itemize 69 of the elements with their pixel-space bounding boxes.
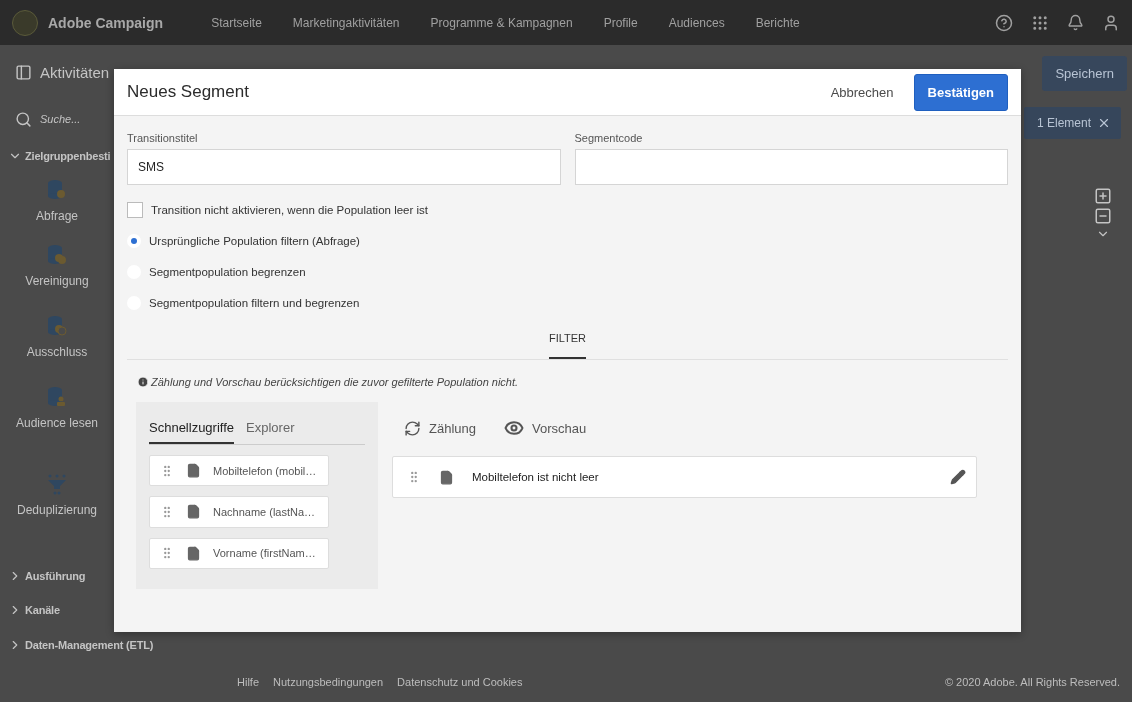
file-icon bbox=[186, 463, 201, 479]
tab[interactable]: FILTER bbox=[548, 322, 587, 359]
activity-label[interactable]: Vereinigung bbox=[25, 274, 89, 289]
nav-link[interactable]: Startseite bbox=[211, 15, 262, 30]
field-label: Transitionstitel bbox=[127, 132, 199, 144]
activity-label[interactable]: Audience lesen bbox=[15, 415, 99, 430]
copyright: © 2020 Adobe. All Rights Reserved. bbox=[944, 676, 1120, 688]
sidebar-title: Aktivitäten bbox=[40, 64, 110, 82]
footer-link[interactable]: Hilfe bbox=[237, 676, 259, 688]
file-icon bbox=[186, 545, 201, 561]
field-item[interactable]: Mobiltelefon (mobil… bbox=[149, 455, 329, 487]
action-button[interactable]: Zählung bbox=[404, 418, 476, 438]
database-icon bbox=[46, 385, 68, 408]
nav-link[interactable]: Berichte bbox=[755, 15, 800, 30]
input-field[interactable] bbox=[574, 149, 1008, 185]
database-icon bbox=[46, 314, 68, 337]
database-icon bbox=[46, 244, 68, 267]
cancel-button[interactable]: Abbrechen bbox=[824, 83, 900, 101]
avatar-icon[interactable] bbox=[1102, 13, 1120, 32]
activity-label[interactable]: Deduplizierung bbox=[16, 503, 98, 517]
nav-link[interactable]: Audiences bbox=[668, 15, 725, 30]
save-button[interactable]: Speichern bbox=[1042, 56, 1127, 91]
section-header[interactable]: Zielgruppenbesti bbox=[0, 138, 111, 173]
bell-icon[interactable] bbox=[1067, 14, 1084, 31]
footer-link[interactable]: Nutzungsbedingungen bbox=[273, 676, 384, 688]
nav-link[interactable]: Programme & Kampagnen bbox=[430, 15, 573, 30]
zoom-in-icon[interactable] bbox=[1094, 187, 1112, 205]
zoom-out-icon[interactable] bbox=[1094, 207, 1112, 225]
activity-label[interactable]: Ausschluss bbox=[26, 344, 88, 359]
file-icon bbox=[439, 469, 454, 485]
tab[interactable]: Schnellzugriffe bbox=[149, 412, 235, 444]
section-header[interactable]: Kanäle bbox=[0, 593, 60, 628]
radio-label: Segmentpopulation begrenzen bbox=[149, 265, 306, 278]
checkbox-label: Transition nicht aktivieren, wenn die Population leer ist bbox=[151, 203, 428, 216]
confirm-button[interactable]: Bestätigen bbox=[913, 73, 1008, 111]
field-item[interactable]: Nachname (lastNa… bbox=[149, 496, 329, 528]
logo-icon bbox=[12, 9, 38, 36]
section-header[interactable]: Daten-Management (ETL) bbox=[0, 627, 154, 662]
selection-badge[interactable]: 1 Element bbox=[1023, 107, 1121, 139]
database-icon bbox=[46, 178, 68, 201]
activity-label[interactable]: Abfrage bbox=[36, 208, 78, 223]
pencil-icon[interactable] bbox=[950, 469, 966, 485]
search-icon bbox=[15, 110, 32, 128]
checkbox[interactable] bbox=[127, 201, 143, 218]
panel-icon[interactable] bbox=[15, 64, 32, 82]
rule-label: Mobiltelefon ist nicht leer bbox=[472, 471, 600, 483]
input-field[interactable]: SMS bbox=[127, 149, 561, 185]
radio-label: Segmentpopulation filtern und begrenzen bbox=[149, 296, 360, 309]
brand-name: Adobe Campaign bbox=[48, 14, 164, 31]
dialog-title: Neues Segment bbox=[127, 82, 249, 102]
refresh-icon bbox=[404, 419, 421, 437]
search-field[interactable]: Suche... bbox=[38, 112, 112, 127]
file-icon bbox=[186, 504, 201, 520]
footer-link[interactable]: Datenschutz und Cookies bbox=[397, 676, 523, 688]
field-label: Segmentcode bbox=[574, 132, 644, 144]
eye-icon bbox=[504, 418, 524, 438]
nav-link[interactable]: Marketingaktivitäten bbox=[292, 15, 400, 30]
help-icon[interactable] bbox=[995, 13, 1013, 32]
nav-link[interactable]: Profile bbox=[603, 15, 638, 30]
funnel-icon bbox=[46, 473, 68, 495]
info-icon bbox=[137, 376, 149, 388]
field-item[interactable]: Vorname (firstNam… bbox=[149, 537, 329, 569]
radio-button[interactable] bbox=[127, 233, 141, 248]
action-button[interactable]: Vorschau bbox=[504, 418, 587, 438]
info-note: Zählung und Vorschau berücksichtigen die zuvor gefilterte Population nicht. bbox=[151, 376, 519, 388]
section-header[interactable]: Ausführung bbox=[0, 558, 86, 594]
tab[interactable]: Explorer bbox=[246, 412, 295, 444]
radio-label: Ursprüngliche Population filtern (Abfrage) bbox=[149, 234, 360, 247]
apps-grid-icon[interactable] bbox=[1031, 13, 1049, 32]
